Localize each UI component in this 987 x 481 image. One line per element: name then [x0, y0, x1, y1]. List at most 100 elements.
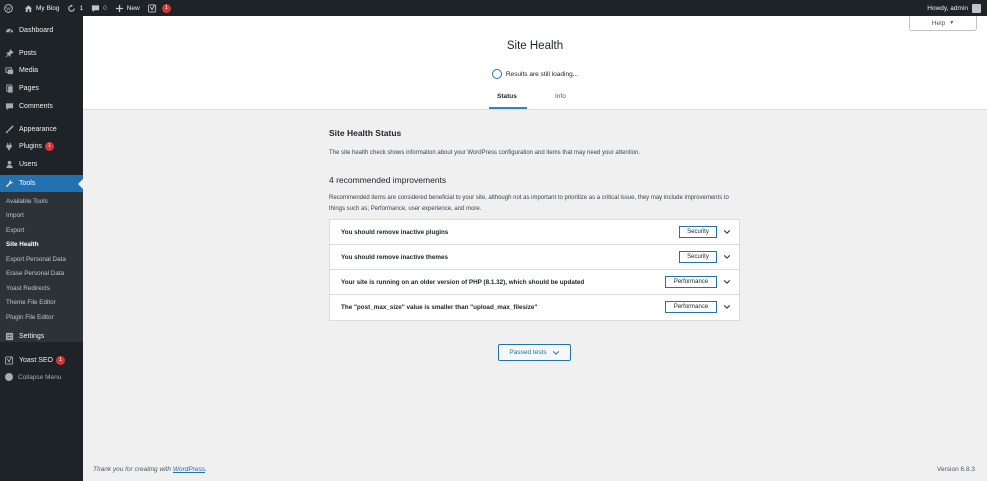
- comment-icon: [92, 4, 100, 12]
- sidebar-item-pages[interactable]: Pages: [0, 80, 83, 97]
- site-health-header: Help ▼ Site Health Results are still loa…: [83, 16, 987, 110]
- pin-icon: [5, 49, 14, 58]
- updates-link[interactable]: 1: [63, 0, 87, 16]
- plug-icon: [6, 142, 12, 151]
- chevron-down-icon[interactable]: [723, 303, 731, 311]
- new-label: New: [126, 4, 140, 12]
- sidebar-item-yoast-seo[interactable]: Yoast SEO 1: [0, 352, 83, 369]
- tab-info[interactable]: Info: [555, 93, 566, 100]
- admin-bar: W My Blog 1 0 New 1 Howdy, admin: [0, 0, 987, 16]
- sidebar-item-label: Yoast SEO: [19, 357, 53, 364]
- loading-text: Results are still loading...: [505, 70, 579, 78]
- sidebar-item-comments[interactable]: Comments: [0, 98, 83, 115]
- sidebar-item-tools[interactable]: Tools: [0, 175, 83, 192]
- help-label: Help: [931, 19, 946, 27]
- submenu-import[interactable]: Import: [6, 212, 24, 219]
- wordpress-logo-icon: W: [4, 3, 13, 13]
- dashboard-icon: [5, 28, 14, 33]
- sidebar-item-label: Posts: [19, 50, 37, 57]
- updates-icon: [68, 3, 76, 12]
- submenu-export-personal-data[interactable]: Export Personal Data: [6, 256, 66, 263]
- pages-icon: [6, 84, 13, 93]
- submenu-yoast-redirects[interactable]: Yoast Redirects: [6, 285, 50, 292]
- improvements-description: Recommended items are considered benefic…: [329, 195, 729, 212]
- issue-badge-security: Security: [679, 251, 717, 263]
- plugins-update-badge: 1: [44, 142, 54, 151]
- issue-row[interactable]: Your site is running on an older version…: [330, 270, 739, 295]
- sidebar-item-plugins[interactable]: Plugins 1: [0, 138, 83, 155]
- yoast-icon: [5, 356, 14, 365]
- issue-badge-performance: Performance: [665, 301, 717, 313]
- caret-down-icon: ▼: [949, 20, 955, 26]
- submenu-site-health[interactable]: Site Health: [6, 241, 39, 248]
- howdy-text: Howdy, admin: [927, 4, 968, 12]
- issue-row[interactable]: You should remove inactive plugins Secur…: [330, 220, 739, 245]
- issue-row[interactable]: The "post_max_size" value is smaller tha…: [330, 295, 739, 320]
- site-health-status-heading: Site Health Status: [329, 128, 402, 138]
- collapse-menu-button[interactable]: Collapse Menu: [5, 373, 61, 381]
- chevron-down-icon: [552, 350, 559, 355]
- page-title: Site Health: [506, 40, 564, 52]
- avatar: [972, 3, 981, 13]
- tab-status[interactable]: Status: [497, 93, 517, 100]
- footer-thanks-suffix: .: [205, 466, 207, 473]
- collapse-icon: [5, 373, 13, 381]
- sidebar-item-media[interactable]: Media: [0, 62, 83, 79]
- wordpress-logo-button[interactable]: W: [0, 0, 20, 16]
- sidebar-item-dashboard[interactable]: Dashboard: [0, 22, 83, 39]
- settings-icon: [5, 332, 14, 341]
- sidebar-item-label: Pages: [19, 85, 39, 92]
- sidebar-item-label: Users: [19, 161, 38, 168]
- site-name-link[interactable]: My Blog: [20, 0, 63, 16]
- plus-icon: [115, 4, 123, 12]
- sidebar-item-settings[interactable]: Settings: [0, 328, 83, 345]
- yoast-adminbar-link[interactable]: 1: [144, 0, 175, 16]
- issue-row[interactable]: You should remove inactive themes Securi…: [330, 245, 739, 270]
- comments-count: 0: [103, 4, 107, 12]
- yoast-count-badge: 1: [161, 3, 171, 13]
- collapse-menu-label: Collapse Menu: [18, 373, 62, 381]
- sidebar-item-label: Comments: [19, 103, 53, 110]
- submenu-plugin-file-editor[interactable]: Plugin File Editor: [6, 314, 54, 321]
- submenu-erase-personal-data[interactable]: Erase Personal Data: [6, 270, 64, 277]
- sidebar-item-appearance[interactable]: Appearance: [0, 121, 83, 138]
- chevron-down-icon[interactable]: [723, 278, 731, 286]
- active-tab-indicator: [489, 107, 527, 109]
- issue-title: You should remove inactive plugins: [341, 228, 449, 236]
- help-button[interactable]: Help ▼: [909, 16, 977, 31]
- sidebar-item-label: Media: [19, 67, 39, 74]
- issue-badge-performance: Performance: [665, 276, 717, 288]
- passed-tests-label: Passed tests: [509, 349, 547, 356]
- comment-icon: [5, 103, 14, 111]
- chevron-down-icon[interactable]: [723, 253, 731, 261]
- issue-title: Your site is running on an older version…: [341, 278, 585, 286]
- tools-submenu: Available Tools Import Export Site Healt…: [0, 192, 83, 342]
- yoast-notification-badge: 1: [56, 356, 65, 365]
- loading-circle-icon: [491, 69, 502, 79]
- wordpress-link[interactable]: WordPress: [173, 466, 205, 473]
- submenu-export[interactable]: Export: [6, 227, 24, 234]
- issue-badge-security: Security: [679, 226, 717, 238]
- sidebar-item-label: Appearance: [19, 126, 57, 133]
- media-icon: [5, 67, 14, 75]
- issues-list: You should remove inactive plugins Secur…: [329, 219, 740, 321]
- issue-title: The "post_max_size" value is smaller tha…: [341, 304, 538, 311]
- yoast-icon: [147, 3, 156, 13]
- admin-sidebar: Dashboard Posts Media Pages Comments App…: [0, 16, 83, 481]
- sidebar-item-users[interactable]: Users: [0, 156, 83, 173]
- footer-version: Version 6.8.3: [937, 466, 975, 473]
- passed-tests-button[interactable]: Passed tests: [498, 344, 571, 361]
- loading-indicator: Results are still loading...: [83, 69, 987, 79]
- sidebar-item-label: Tools: [19, 180, 36, 187]
- footer-thanks: Thank you for creating with WordPress.: [93, 466, 207, 473]
- user-icon: [6, 160, 13, 169]
- sidebar-item-posts[interactable]: Posts: [0, 45, 83, 62]
- sidebar-item-label: Settings: [19, 333, 45, 340]
- site-name: My Blog: [36, 4, 60, 12]
- submenu-theme-file-editor[interactable]: Theme File Editor: [6, 299, 56, 306]
- chevron-down-icon[interactable]: [723, 228, 731, 236]
- comments-link[interactable]: 0: [87, 0, 111, 16]
- submenu-available-tools[interactable]: Available Tools: [6, 198, 48, 205]
- account-menu[interactable]: Howdy, admin: [927, 0, 981, 16]
- new-content-link[interactable]: New: [111, 0, 144, 16]
